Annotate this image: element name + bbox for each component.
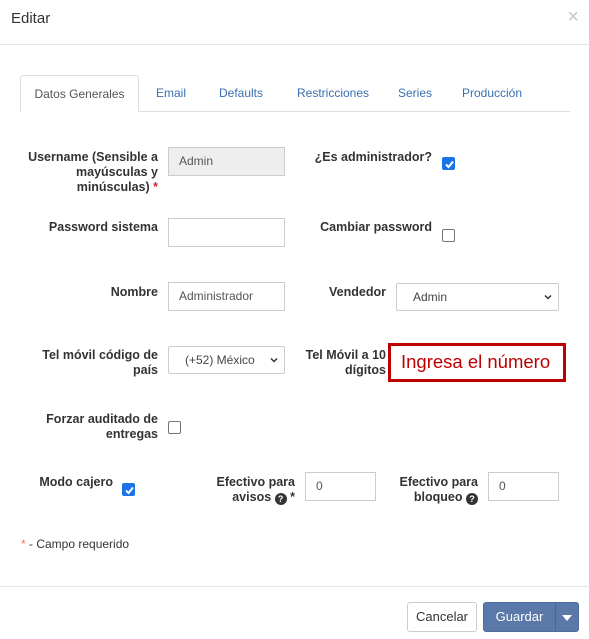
password-input[interactable]: [168, 218, 285, 247]
required-mark: *: [290, 490, 295, 504]
tel-codigo-selected: (+52) México: [185, 353, 255, 367]
vendedor-label: Vendedor: [329, 285, 386, 299]
modo-cajero-checkbox[interactable]: [122, 483, 135, 496]
nombre-label: Nombre: [110, 285, 158, 299]
efectivo-bloqueo-input[interactable]: 0: [488, 472, 559, 501]
tab-defaults[interactable]: Defaults: [210, 75, 272, 112]
close-icon[interactable]: ×: [567, 7, 579, 27]
tab-bar: Datos Generales Email Defaults Restricci…: [20, 75, 570, 112]
username-label: Username (Sensible a mayúsculas y minúsc…: [28, 150, 158, 194]
help-icon[interactable]: ?: [466, 493, 478, 505]
required-note: * - Campo requerido: [21, 537, 130, 551]
save-options-button[interactable]: [555, 602, 579, 632]
caret-down-icon: [562, 615, 572, 621]
tab-datos-generales[interactable]: Datos Generales: [20, 75, 139, 112]
efectivo-avisos-label: Efectivo para avisos ? *: [216, 475, 295, 505]
chevron-down-icon: [544, 294, 552, 300]
tab-email[interactable]: Email: [146, 75, 196, 112]
es-administrador-checkbox[interactable]: [442, 157, 455, 170]
tab-produccion[interactable]: Producción: [458, 75, 526, 112]
chevron-down-icon: [270, 357, 278, 363]
modal-header: Editar ×: [0, 0, 589, 45]
tel-movil-annotation-box[interactable]: Ingresa el número: [388, 343, 566, 382]
modal-title: Editar: [11, 10, 51, 27]
nombre-input[interactable]: Administrador: [168, 282, 285, 311]
efectivo-bloqueo-label: Efectivo para bloqueo ?: [399, 475, 478, 505]
forzar-auditado-label: Forzar auditado de entregas: [46, 412, 158, 441]
efectivo-avisos-input[interactable]: 0: [305, 472, 376, 501]
cambiar-password-checkbox[interactable]: [442, 229, 455, 242]
help-icon[interactable]: ?: [274, 493, 287, 505]
tel-codigo-label: Tel móvil código de país: [42, 348, 158, 377]
modal-footer: Cancelar Guardar: [0, 586, 589, 639]
cambiar-password-label: Cambiar password: [320, 220, 432, 234]
tel-codigo-select[interactable]: (+52) México: [168, 346, 285, 374]
tel-movil-annotation-text: Ingresa el número: [401, 351, 551, 372]
vendedor-selected: Admin: [413, 290, 448, 304]
check-icon: [125, 486, 134, 495]
tab-series[interactable]: Series: [392, 75, 438, 112]
forzar-auditado-checkbox[interactable]: [168, 421, 181, 434]
tab-restricciones[interactable]: Restricciones: [288, 75, 378, 112]
password-label: Password sistema: [48, 220, 158, 234]
username-input[interactable]: Admin: [168, 147, 285, 176]
es-administrador-label: ¿Es administrador?: [314, 150, 432, 164]
check-icon: [445, 160, 454, 169]
required-mark: *: [153, 180, 158, 194]
modo-cajero-label: Modo cajero: [39, 475, 113, 489]
cancel-button[interactable]: Cancelar: [407, 602, 477, 632]
save-button[interactable]: Guardar: [483, 602, 556, 632]
vendedor-select[interactable]: Admin: [396, 283, 559, 311]
tel-movil-label: Tel Móvil a 10 dígitos: [305, 348, 386, 377]
